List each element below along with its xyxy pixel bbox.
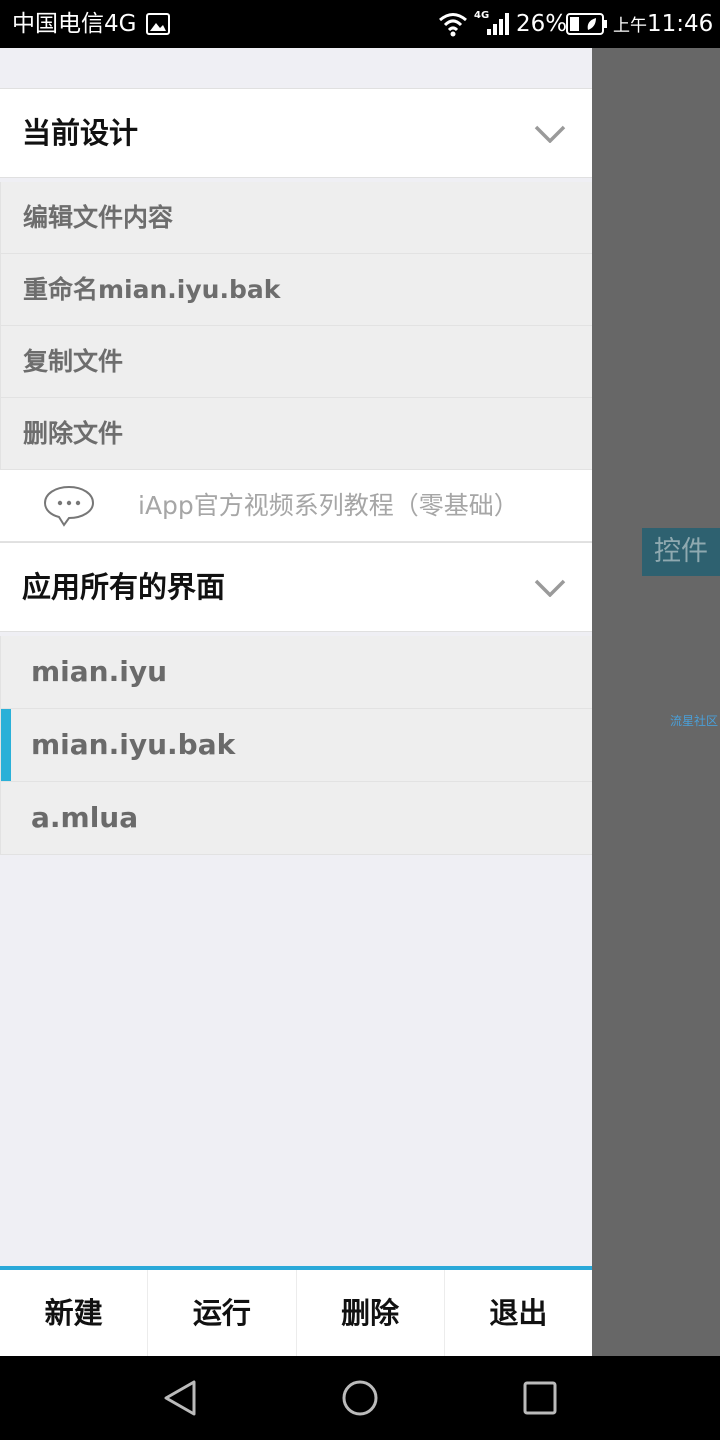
controls-tab[interactable]: 控件 xyxy=(642,528,720,576)
rename-file-item[interactable]: 重命名mian.iyu.bak xyxy=(0,254,592,326)
file-list-item[interactable]: mian.iyu xyxy=(0,636,592,709)
video-tutorial-link[interactable]: iApp官方视频系列教程（零基础） xyxy=(0,470,592,542)
file-name: mian.iyu xyxy=(31,655,168,688)
file-name: mian.iyu.bak xyxy=(31,728,236,761)
exit-button[interactable]: 退出 xyxy=(445,1270,592,1356)
edit-file-content-item[interactable]: 编辑文件内容 xyxy=(0,182,592,254)
home-icon[interactable] xyxy=(340,1378,380,1418)
signal-icon xyxy=(487,13,509,35)
menu-item-label: 编辑文件内容 xyxy=(23,203,174,232)
new-button[interactable]: 新建 xyxy=(0,1270,149,1356)
file-name: a.mlua xyxy=(31,801,139,834)
battery-percent: 26% xyxy=(516,11,568,37)
gallery-notification-icon xyxy=(146,13,170,35)
copy-file-item[interactable]: 复制文件 xyxy=(0,326,592,398)
file-list-item-selected[interactable]: mian.iyu.bak xyxy=(0,709,592,782)
run-button[interactable]: 运行 xyxy=(148,1270,297,1356)
delete-button[interactable]: 删除 xyxy=(297,1270,445,1356)
video-tutorial-label: iApp官方视频系列教程（零基础） xyxy=(138,491,519,520)
current-design-header[interactable]: 当前设计 xyxy=(0,88,592,178)
bottom-toolbar: 新建 运行 删除 退出 xyxy=(0,1266,592,1356)
all-screens-title: 应用所有的界面 xyxy=(22,570,226,604)
chevron-down-icon xyxy=(534,579,566,597)
current-design-title: 当前设计 xyxy=(22,116,139,150)
menu-item-label: 重命名mian.iyu.bak xyxy=(23,275,281,304)
menu-item-label: 删除文件 xyxy=(23,419,124,448)
menu-item-label: 复制文件 xyxy=(23,347,124,376)
side-drawer: 当前设计 编辑文件内容 重命名mian.iyu.bak 复制文件 删除文件 iA… xyxy=(0,48,592,1356)
chat-bubble-icon xyxy=(43,485,95,527)
navigation-bar xyxy=(0,1356,720,1440)
delete-file-item[interactable]: 删除文件 xyxy=(0,398,592,470)
battery-icon xyxy=(566,13,607,35)
wifi-icon xyxy=(439,13,467,37)
clock-ampm: 上午 xyxy=(613,16,647,36)
all-screens-header[interactable]: 应用所有的界面 xyxy=(0,542,592,632)
community-link[interactable]: 流星社区 xyxy=(670,712,718,729)
chevron-down-icon xyxy=(534,125,566,143)
carrier-label: 中国电信4G xyxy=(12,11,137,37)
back-icon[interactable] xyxy=(160,1378,200,1418)
clock-time: 11:46 xyxy=(647,11,714,37)
status-bar: 中国电信4G 4G 26% 上午11:46 xyxy=(0,0,720,48)
recents-icon[interactable] xyxy=(520,1378,560,1418)
main-content-overlay[interactable]: 控件 流星社区 xyxy=(592,48,720,1356)
file-list-item[interactable]: a.mlua xyxy=(0,782,592,855)
clock: 上午11:46 xyxy=(613,9,713,41)
